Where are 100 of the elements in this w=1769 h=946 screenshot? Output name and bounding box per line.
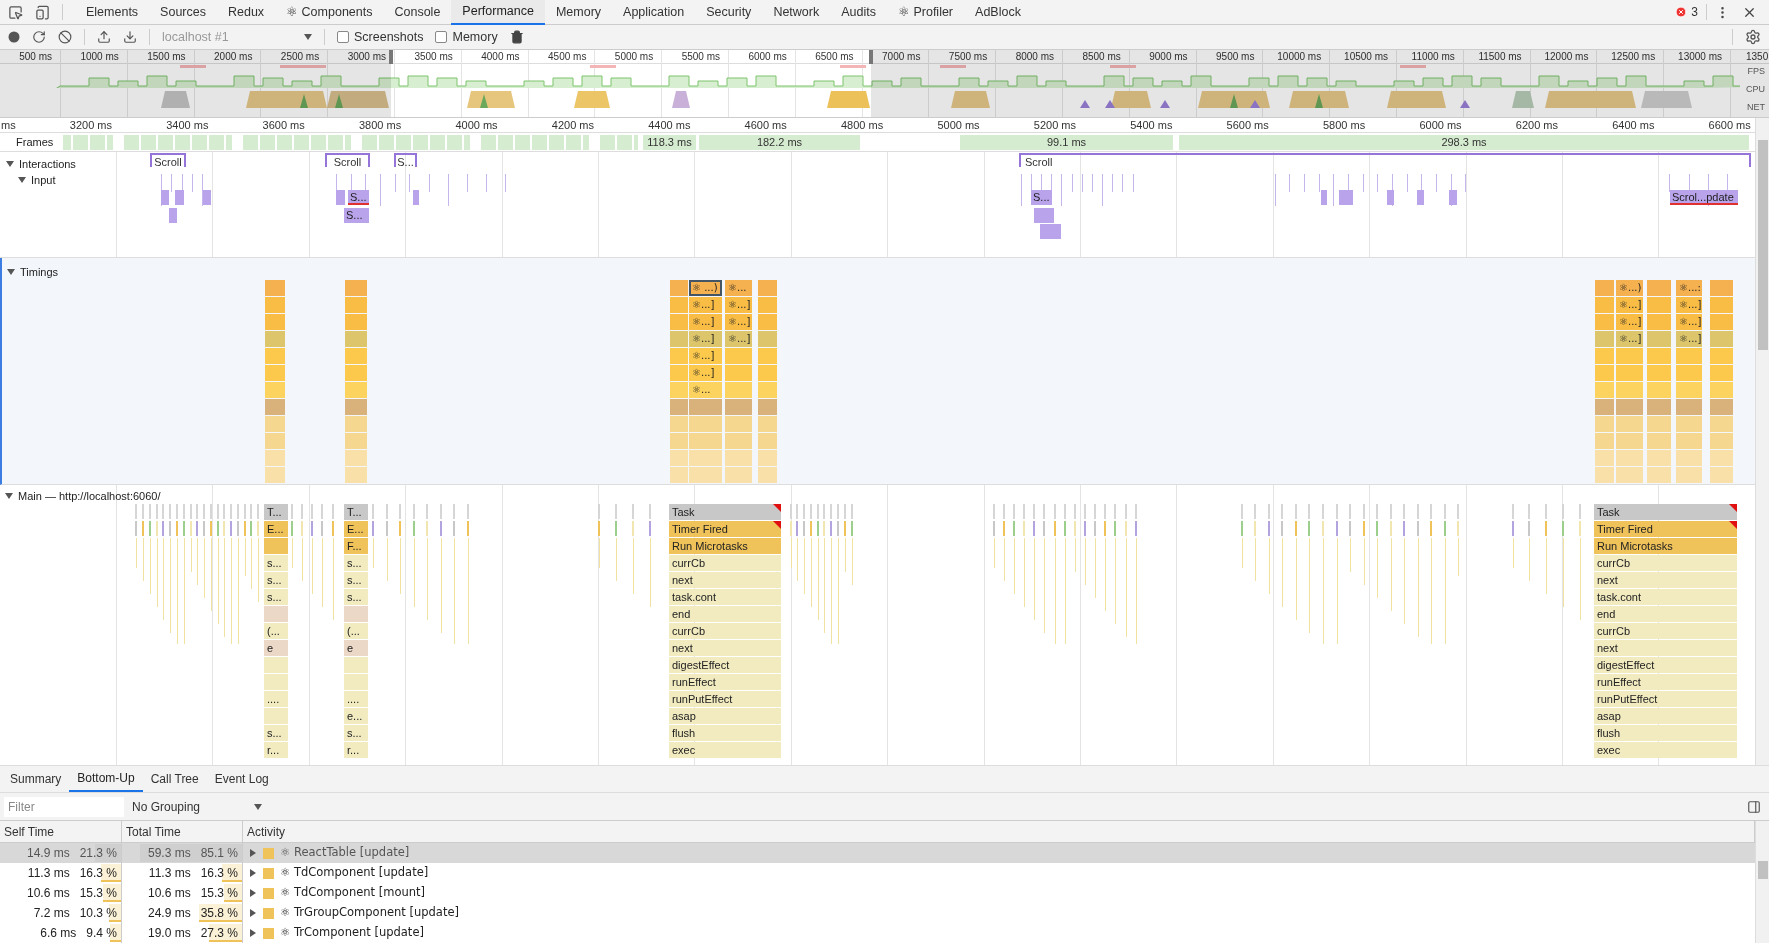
timing-block[interactable] bbox=[1647, 365, 1671, 381]
timing-block[interactable] bbox=[1710, 280, 1733, 296]
flame-block[interactable]: E... bbox=[344, 521, 368, 537]
timing-block[interactable] bbox=[758, 399, 777, 415]
timing-block[interactable]: ⚛...] bbox=[1676, 314, 1702, 330]
flame-block[interactable]: e bbox=[344, 640, 368, 656]
timing-block[interactable] bbox=[670, 416, 688, 432]
timing-block[interactable] bbox=[1616, 467, 1643, 483]
flame-block[interactable]: currCb bbox=[669, 623, 781, 639]
timing-block[interactable] bbox=[345, 450, 367, 466]
flame-block[interactable] bbox=[264, 657, 288, 673]
flame-block[interactable]: F... bbox=[344, 538, 368, 554]
timing-block[interactable] bbox=[1616, 416, 1643, 432]
flame-block[interactable]: runPutEffect bbox=[669, 691, 781, 707]
timing-block[interactable] bbox=[689, 467, 722, 483]
expand-arrow-icon[interactable] bbox=[249, 909, 257, 917]
timing-block[interactable]: ⚛...] bbox=[725, 297, 752, 313]
input-event[interactable]: S... bbox=[1031, 190, 1052, 205]
timing-block[interactable] bbox=[1710, 450, 1733, 466]
timing-block[interactable] bbox=[345, 348, 367, 364]
details-tab[interactable]: Call Tree bbox=[142, 766, 207, 792]
timing-block[interactable] bbox=[1647, 280, 1671, 296]
download-icon[interactable] bbox=[123, 30, 137, 44]
timing-block[interactable]: ⚛...] bbox=[689, 297, 722, 313]
expand-arrow-icon[interactable] bbox=[249, 849, 257, 857]
timing-block[interactable]: ⚛...: bbox=[1676, 280, 1702, 296]
timing-block[interactable] bbox=[725, 348, 752, 364]
flame-block[interactable] bbox=[344, 657, 368, 673]
flame-block[interactable]: digestEffect bbox=[669, 657, 781, 673]
timing-block[interactable] bbox=[758, 297, 777, 313]
timing-block[interactable] bbox=[1647, 399, 1671, 415]
timing-block[interactable] bbox=[345, 314, 367, 330]
timing-block[interactable] bbox=[345, 331, 367, 347]
timing-block[interactable] bbox=[265, 416, 285, 432]
timing-block[interactable] bbox=[265, 382, 285, 398]
flame-block[interactable]: s... bbox=[344, 589, 368, 605]
frame-bar[interactable]: 298.3 ms bbox=[1179, 135, 1749, 150]
timing-block[interactable] bbox=[265, 314, 285, 330]
flame-block[interactable]: e... bbox=[344, 708, 368, 724]
timing-block[interactable] bbox=[670, 348, 688, 364]
timing-block[interactable]: ⚛...] bbox=[1616, 314, 1643, 330]
timing-block[interactable] bbox=[1710, 297, 1733, 313]
timing-block[interactable] bbox=[689, 433, 722, 449]
flame-block[interactable]: Run Microtasks bbox=[669, 538, 781, 554]
checkbox[interactable] bbox=[337, 31, 349, 43]
selection-handle[interactable] bbox=[869, 50, 873, 64]
timing-block[interactable] bbox=[725, 399, 752, 415]
timing-block[interactable] bbox=[265, 433, 285, 449]
selection-handle[interactable] bbox=[389, 50, 393, 64]
timing-block[interactable] bbox=[1595, 467, 1614, 483]
flame-block[interactable]: (... bbox=[264, 623, 288, 639]
flame-block[interactable] bbox=[264, 606, 288, 622]
flame-block[interactable]: s... bbox=[264, 725, 288, 741]
flame-block[interactable]: currCb bbox=[1594, 555, 1737, 571]
scroll-interaction[interactable]: Scroll bbox=[325, 153, 370, 167]
filter-field[interactable]: Filter bbox=[4, 796, 124, 817]
flame-block[interactable]: s... bbox=[344, 725, 368, 741]
flame-block[interactable]: next bbox=[1594, 572, 1737, 588]
flame-block[interactable]: s... bbox=[344, 555, 368, 571]
devtools-tab[interactable]: ⚛ Components bbox=[275, 0, 384, 25]
timing-block[interactable] bbox=[758, 331, 777, 347]
timing-block[interactable] bbox=[265, 297, 285, 313]
timing-block[interactable] bbox=[265, 280, 285, 296]
settings-icon[interactable] bbox=[1745, 29, 1761, 45]
timing-block[interactable] bbox=[1647, 450, 1671, 466]
timing-block[interactable]: ⚛...] bbox=[725, 331, 752, 347]
timing-block[interactable] bbox=[1676, 348, 1702, 364]
timing-block[interactable] bbox=[1595, 450, 1614, 466]
timing-block[interactable] bbox=[758, 365, 777, 381]
devtools-tab[interactable]: Memory bbox=[544, 0, 613, 25]
timing-block[interactable] bbox=[670, 331, 688, 347]
flame-block[interactable]: Run Microtasks bbox=[1594, 538, 1737, 554]
flame-block[interactable]: Timer Fired bbox=[669, 521, 781, 537]
flame-block[interactable]: runEffect bbox=[669, 674, 781, 690]
timing-block[interactable] bbox=[670, 433, 688, 449]
timing-block[interactable] bbox=[1595, 331, 1614, 347]
timing-block[interactable] bbox=[689, 399, 722, 415]
timing-block[interactable] bbox=[758, 348, 777, 364]
timing-block[interactable] bbox=[670, 297, 688, 313]
timing-block[interactable] bbox=[725, 416, 752, 432]
timing-block[interactable] bbox=[670, 365, 688, 381]
flame-block[interactable]: T... bbox=[264, 504, 288, 520]
timing-block[interactable] bbox=[1710, 467, 1733, 483]
scroll-interaction[interactable]: S... bbox=[394, 153, 417, 167]
timing-block[interactable] bbox=[1676, 467, 1702, 483]
timing-block[interactable]: ⚛... bbox=[725, 280, 752, 296]
flame-block[interactable]: (... bbox=[344, 623, 368, 639]
timing-block[interactable] bbox=[345, 433, 367, 449]
timing-block[interactable]: ⚛...] bbox=[1616, 297, 1643, 313]
timing-block[interactable] bbox=[265, 365, 285, 381]
timing-block[interactable] bbox=[1710, 331, 1733, 347]
clear-icon[interactable] bbox=[58, 30, 72, 44]
timing-block[interactable] bbox=[1647, 382, 1671, 398]
flame-block[interactable]: .... bbox=[264, 691, 288, 707]
timing-block[interactable] bbox=[670, 280, 688, 296]
flame-block[interactable]: s... bbox=[264, 555, 288, 571]
timing-block[interactable] bbox=[758, 416, 777, 432]
expand-arrow-icon[interactable] bbox=[249, 929, 257, 937]
timing-block[interactable] bbox=[758, 467, 777, 483]
devtools-tab[interactable]: ⚛ Profiler bbox=[886, 0, 965, 25]
